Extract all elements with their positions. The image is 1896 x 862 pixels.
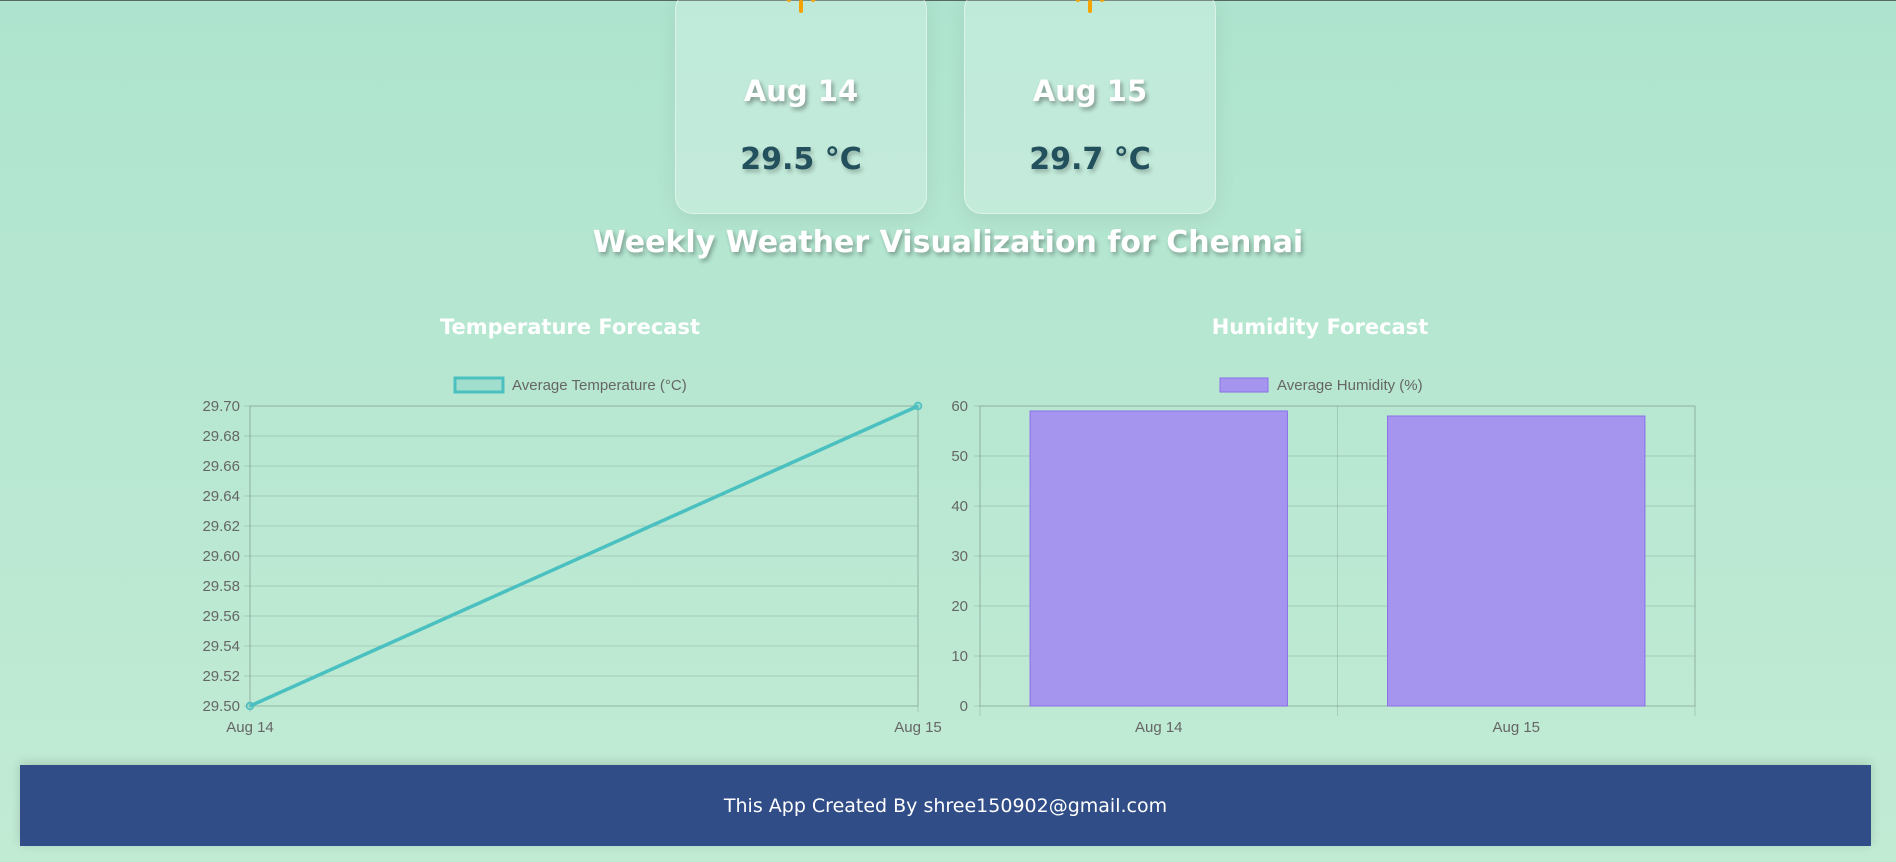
y-tick-label: 50 <box>951 448 968 465</box>
forecast-temperature: 29.5 °C <box>740 142 862 177</box>
y-tick-label: 29.66 <box>202 458 240 475</box>
y-tick-label: 29.58 <box>202 578 240 595</box>
forecast-date: Aug 14 <box>743 74 859 108</box>
legend-swatch <box>1219 377 1269 393</box>
y-tick-label: 29.54 <box>202 638 240 655</box>
footer: This App Created By shree150902@gmail.co… <box>20 765 1871 846</box>
x-tick-label: Aug 15 <box>1492 719 1540 736</box>
humidity-bar <box>1029 410 1288 707</box>
y-tick-label: 0 <box>960 698 968 715</box>
y-tick-label: 29.52 <box>202 668 240 685</box>
y-tick-label: 29.64 <box>202 488 240 505</box>
temperature-data-point <box>913 401 923 411</box>
forecast-temperature: 29.7 °C <box>1029 142 1151 177</box>
sun-icon <box>786 0 816 13</box>
x-tick-label: Aug 14 <box>226 719 274 736</box>
sun-icon <box>1075 0 1105 13</box>
humidity-bar-chart: 0 10 20 30 40 50 60 Average Humidity (%) Aug 14 A… <box>951 377 1696 736</box>
y-tick-label: 60 <box>951 398 968 415</box>
legend: Average Temperature (°C) <box>453 376 687 394</box>
y-tick-label: 20 <box>951 598 968 615</box>
forecast-date: Aug 15 <box>1032 74 1148 108</box>
y-tick-label: 30 <box>951 548 968 565</box>
humidity-bar <box>1387 415 1646 707</box>
forecast-card-aug-15: Aug 15 29.7 °C <box>964 0 1216 214</box>
y-tick-label: 29.50 <box>202 698 240 715</box>
legend-swatch <box>453 376 505 394</box>
x-tick-label: Aug 14 <box>1135 719 1183 736</box>
y-tick-label: 29.68 <box>202 428 240 445</box>
y-tick-label: 29.70 <box>202 398 240 415</box>
forecast-card-aug-14: Aug 14 29.5 °C <box>675 0 927 214</box>
legend-label: Average Humidity (%) <box>1277 377 1423 394</box>
temperature-data-point <box>245 701 255 711</box>
page-title: Weekly Weather Visualization for Chennai <box>592 225 1304 260</box>
temperature-chart-title: Temperature Forecast <box>439 315 701 339</box>
y-tick-label: 40 <box>951 498 968 515</box>
humidity-chart-title: Humidity Forecast <box>1211 315 1429 339</box>
y-tick-label: 29.62 <box>202 518 240 535</box>
legend: Average Humidity (%) <box>1219 377 1423 394</box>
y-tick-label: 29.56 <box>202 608 240 625</box>
temperature-line-chart: 29.50 29.52 29.54 29.56 29.58 29.60 29.62 29.64… <box>202 376 942 736</box>
legend-label: Average Temperature (°C) <box>512 377 687 394</box>
y-tick-label: 29.60 <box>202 548 240 565</box>
footer-credit-text: This App Created By shree150902@gmail.co… <box>723 794 1168 817</box>
y-tick-label: 10 <box>951 648 968 665</box>
